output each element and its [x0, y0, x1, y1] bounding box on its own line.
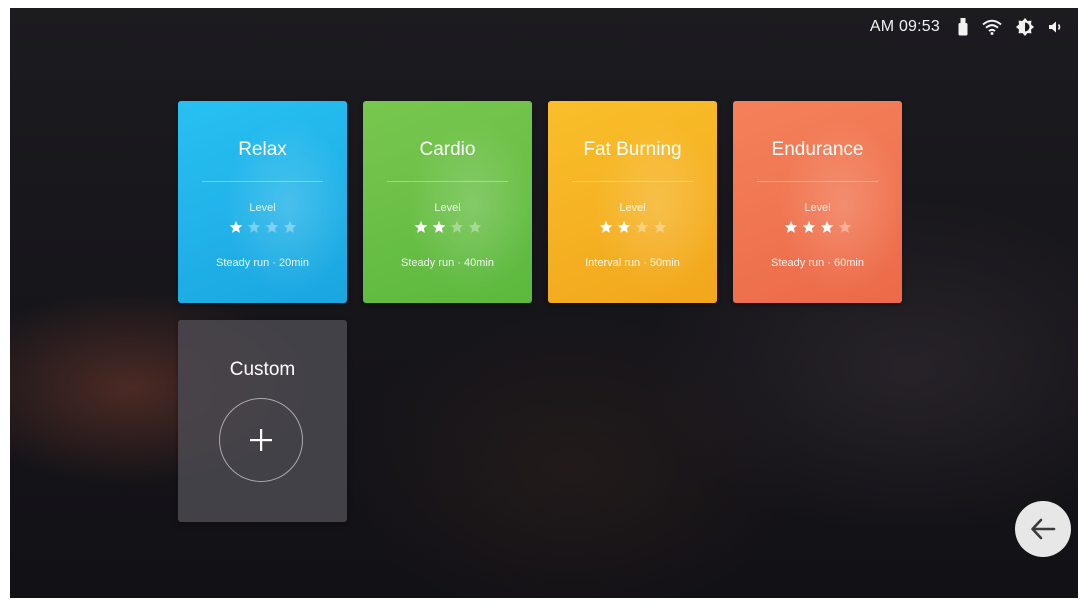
star-filled-icon	[820, 220, 833, 233]
clock: AM 09:53	[869, 18, 940, 35]
screen: AM 09:53 Relax Level Steady run · 20min …	[10, 8, 1078, 598]
back-button[interactable]	[1015, 501, 1071, 557]
divider	[202, 181, 323, 182]
star-empty-icon	[247, 220, 260, 233]
program-card-cardio[interactable]: Cardio Level Steady run · 40min	[363, 101, 532, 303]
custom-program-card[interactable]: Custom	[178, 320, 347, 522]
level-stars	[548, 220, 717, 234]
program-description: Interval run · 50min	[585, 257, 680, 269]
program-card-relax[interactable]: Relax Level Steady run · 20min	[178, 101, 347, 303]
usb-icon	[958, 18, 968, 36]
program-title: Relax	[238, 139, 287, 160]
star-empty-icon	[450, 220, 463, 233]
plus-icon	[250, 429, 272, 451]
level-label: Level	[434, 202, 461, 214]
add-custom-button[interactable]	[219, 398, 303, 482]
star-empty-icon	[468, 220, 481, 233]
star-filled-icon	[802, 220, 815, 233]
program-title: Fat Burning	[583, 139, 682, 160]
star-filled-icon	[617, 220, 630, 233]
status-bar: AM 09:53	[870, 16, 1064, 38]
star-empty-icon	[283, 220, 296, 233]
program-description: Steady run · 40min	[401, 257, 494, 269]
star-empty-icon	[635, 220, 648, 233]
divider	[387, 181, 508, 182]
divider	[572, 181, 693, 182]
divider	[757, 181, 878, 182]
arrow-left-icon	[1031, 518, 1056, 540]
star-empty-icon	[265, 220, 278, 233]
program-description: Steady run · 60min	[771, 257, 864, 269]
program-card-endurance[interactable]: Endurance Level Steady run · 60min	[733, 101, 902, 303]
star-empty-icon	[653, 220, 666, 233]
level-stars	[178, 220, 347, 234]
level-stars	[363, 220, 532, 234]
brightness-icon	[1016, 18, 1034, 36]
star-filled-icon	[414, 220, 427, 233]
star-filled-icon	[599, 220, 612, 233]
level-stars	[733, 220, 902, 234]
program-card-fat-burning[interactable]: Fat Burning Level Interval run · 50min	[548, 101, 717, 303]
wifi-icon	[982, 19, 1002, 35]
star-filled-icon	[784, 220, 797, 233]
volume-icon	[1048, 19, 1064, 35]
custom-title: Custom	[229, 359, 296, 380]
level-label: Level	[619, 202, 646, 214]
program-title: Cardio	[419, 139, 476, 160]
star-filled-icon	[432, 220, 445, 233]
level-label: Level	[804, 202, 831, 214]
program-description: Steady run · 20min	[216, 257, 309, 269]
star-empty-icon	[838, 220, 851, 233]
star-filled-icon	[229, 220, 242, 233]
level-label: Level	[249, 202, 276, 214]
program-title: Endurance	[771, 139, 864, 160]
